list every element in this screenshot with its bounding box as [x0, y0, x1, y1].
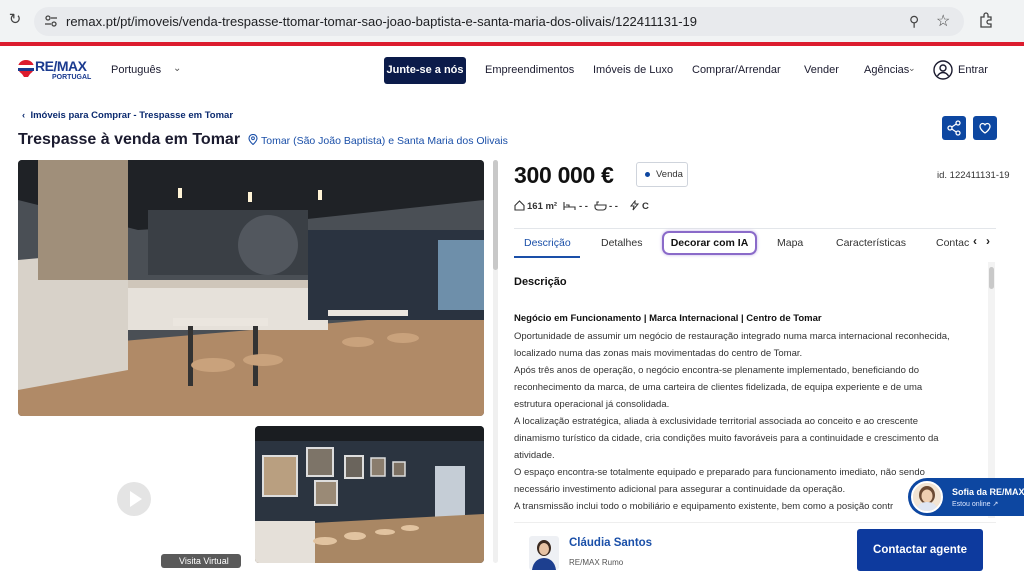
play-icon [130, 491, 142, 507]
description-line: necessário investimento adicional para a… [514, 484, 846, 495]
chat-status: Estou online ↗ [952, 501, 999, 508]
heart-icon [979, 122, 991, 134]
agent-portrait-image [529, 536, 559, 570]
description-line: A transmissão inclui todo o mobiliário e… [514, 501, 894, 512]
tab-contactos[interactable]: Contac [936, 237, 970, 249]
secondary-photo[interactable] [255, 426, 484, 563]
remax-logo[interactable]: RE/MAX PORTUGAL [18, 58, 98, 84]
status-dot-icon [645, 172, 650, 177]
cafe-interior-image [18, 160, 484, 416]
virtual-tour-thumbnail[interactable]: Visita Virtual [18, 426, 241, 568]
agent-avatar[interactable] [529, 536, 559, 570]
chevron-down-icon[interactable]: ⌄ [173, 63, 181, 74]
chevron-down-icon[interactable]: ⌄ [908, 63, 916, 74]
tabs-divider [514, 228, 996, 229]
location[interactable]: Tomar (São João Baptista) e Santa Maria … [248, 133, 508, 147]
rooms-feature: - - [563, 201, 588, 212]
bookmark-star-icon[interactable]: ☆ [936, 11, 950, 31]
chevron-left-icon[interactable]: ‹ [973, 234, 977, 248]
join-button[interactable]: Junte-se a nós [384, 57, 466, 84]
active-tab-indicator [514, 256, 580, 258]
tab-decorar-ia[interactable]: Decorar com IA [662, 231, 757, 255]
bathrooms-feature: - - [594, 201, 618, 212]
energy-icon [629, 200, 640, 211]
site-settings-icon[interactable] [44, 14, 58, 28]
description-heading: Descrição [514, 276, 567, 288]
location-pin-icon [248, 133, 258, 146]
main-photo[interactable] [18, 160, 484, 416]
zoom-icon[interactable]: ⚲ [909, 13, 919, 30]
nav-vender[interactable]: Vender [804, 64, 839, 76]
chat-agent-name: Sofia da RE/MAX [952, 487, 1024, 497]
share-button[interactable] [942, 116, 966, 140]
virtual-tour-badge[interactable]: Visita Virtual [161, 554, 241, 568]
balloon-icon [18, 60, 34, 77]
chat-avatar [911, 481, 943, 513]
price: 300 000 € [514, 162, 614, 188]
house-icon [514, 200, 525, 211]
area-feature: 161 m² [514, 200, 558, 212]
user-icon[interactable] [933, 60, 953, 80]
energy-value: C [642, 201, 649, 212]
bath-icon [594, 201, 607, 211]
description-line: O espaço encontra-se totalmente equipado… [514, 467, 925, 478]
site-header: RE/MAX PORTUGAL Português ⌄ Junte-se a n… [0, 46, 1024, 96]
area-value: 161 m² [527, 201, 558, 212]
tab-caracteristicas[interactable]: Características [836, 237, 906, 249]
gallery-scrollbar[interactable] [493, 160, 498, 563]
description-line: Após três anos de operação, o negócio en… [514, 365, 920, 376]
chevron-right-icon[interactable]: › [986, 234, 990, 248]
assistant-portrait-image [913, 483, 941, 511]
status-text: Venda [656, 169, 683, 180]
address-bar[interactable]: remax.pt/pt/imoveis/venda-trespasse-ttom… [34, 7, 964, 36]
bathrooms-value: - - [609, 201, 618, 212]
location-text[interactable]: Tomar (São João Baptista) e Santa Maria … [261, 135, 508, 147]
page-title: Trespasse à venda em Tomar [18, 131, 241, 148]
nav-agencias[interactable]: Agências [864, 64, 909, 76]
nav-empreendimentos[interactable]: Empreendimentos [485, 64, 574, 76]
tab-descricao[interactable]: Descrição [524, 237, 571, 249]
login-link[interactable]: Entrar [958, 64, 988, 76]
description-line: dinamismo turístico da cidade, cria cond… [514, 433, 939, 444]
description-line: atividade. [514, 450, 555, 461]
share-icon [947, 120, 961, 136]
description-line: reconhecimento da marca, de uma carteira… [514, 382, 923, 393]
description-scroll-thumb[interactable] [989, 267, 994, 289]
cafe-wall-image [255, 426, 484, 563]
contact-agent-button[interactable]: Contactar agente [857, 529, 983, 571]
description-line: Oportunidade de assumir um negócio de re… [514, 331, 950, 342]
nav-comprar-arrendar[interactable]: Comprar/Arrendar [692, 64, 781, 76]
reload-icon[interactable]: ↻ [6, 11, 24, 29]
agent-office: RE/MAX Rumo [569, 558, 624, 567]
description-highlight: Negócio em Funcionamento | Marca Interna… [514, 313, 822, 324]
bed-icon [563, 202, 576, 210]
chat-widget[interactable]: Sofia da RE/MAX Estou online ↗ [908, 478, 1024, 516]
tab-mapa[interactable]: Mapa [777, 237, 803, 249]
breadcrumb[interactable]: ‹ Imóveis para Comprar - Trespasse em To… [22, 110, 233, 121]
virtual-tour-label: Visita Virtual [179, 556, 229, 566]
description-line: A localização estratégica, aliada à excl… [514, 416, 918, 427]
agent-name[interactable]: Cláudia Santos [569, 537, 652, 549]
description-line: localizado numa das zonas mais movimenta… [514, 348, 803, 359]
tab-detalhes[interactable]: Detalhes [601, 237, 642, 249]
nav-imoveis-luxo[interactable]: Imóveis de Luxo [593, 64, 673, 76]
logo-subtitle: PORTUGAL [52, 74, 92, 81]
extensions-icon[interactable] [978, 12, 994, 28]
energy-feature: C [629, 200, 649, 212]
play-button[interactable] [117, 482, 151, 516]
url-text[interactable]: remax.pt/pt/imoveis/venda-trespasse-ttom… [66, 14, 697, 29]
browser-toolbar: ↻ remax.pt/pt/imoveis/venda-trespasse-tt… [0, 0, 1024, 42]
rooms-value: - - [579, 201, 588, 212]
breadcrumb-text[interactable]: Imóveis para Comprar - Trespasse em Toma… [30, 110, 233, 121]
language-selector[interactable]: Português [111, 64, 161, 76]
gallery-scroll-thumb[interactable] [493, 160, 498, 270]
logo-text: RE/MAX [35, 58, 87, 74]
description-line: estrutura operacional já consolidada. [514, 399, 670, 410]
status-badge: Venda [636, 162, 688, 187]
favorite-button[interactable] [973, 116, 997, 140]
property-id: id. 122411131-19 [937, 170, 1010, 181]
